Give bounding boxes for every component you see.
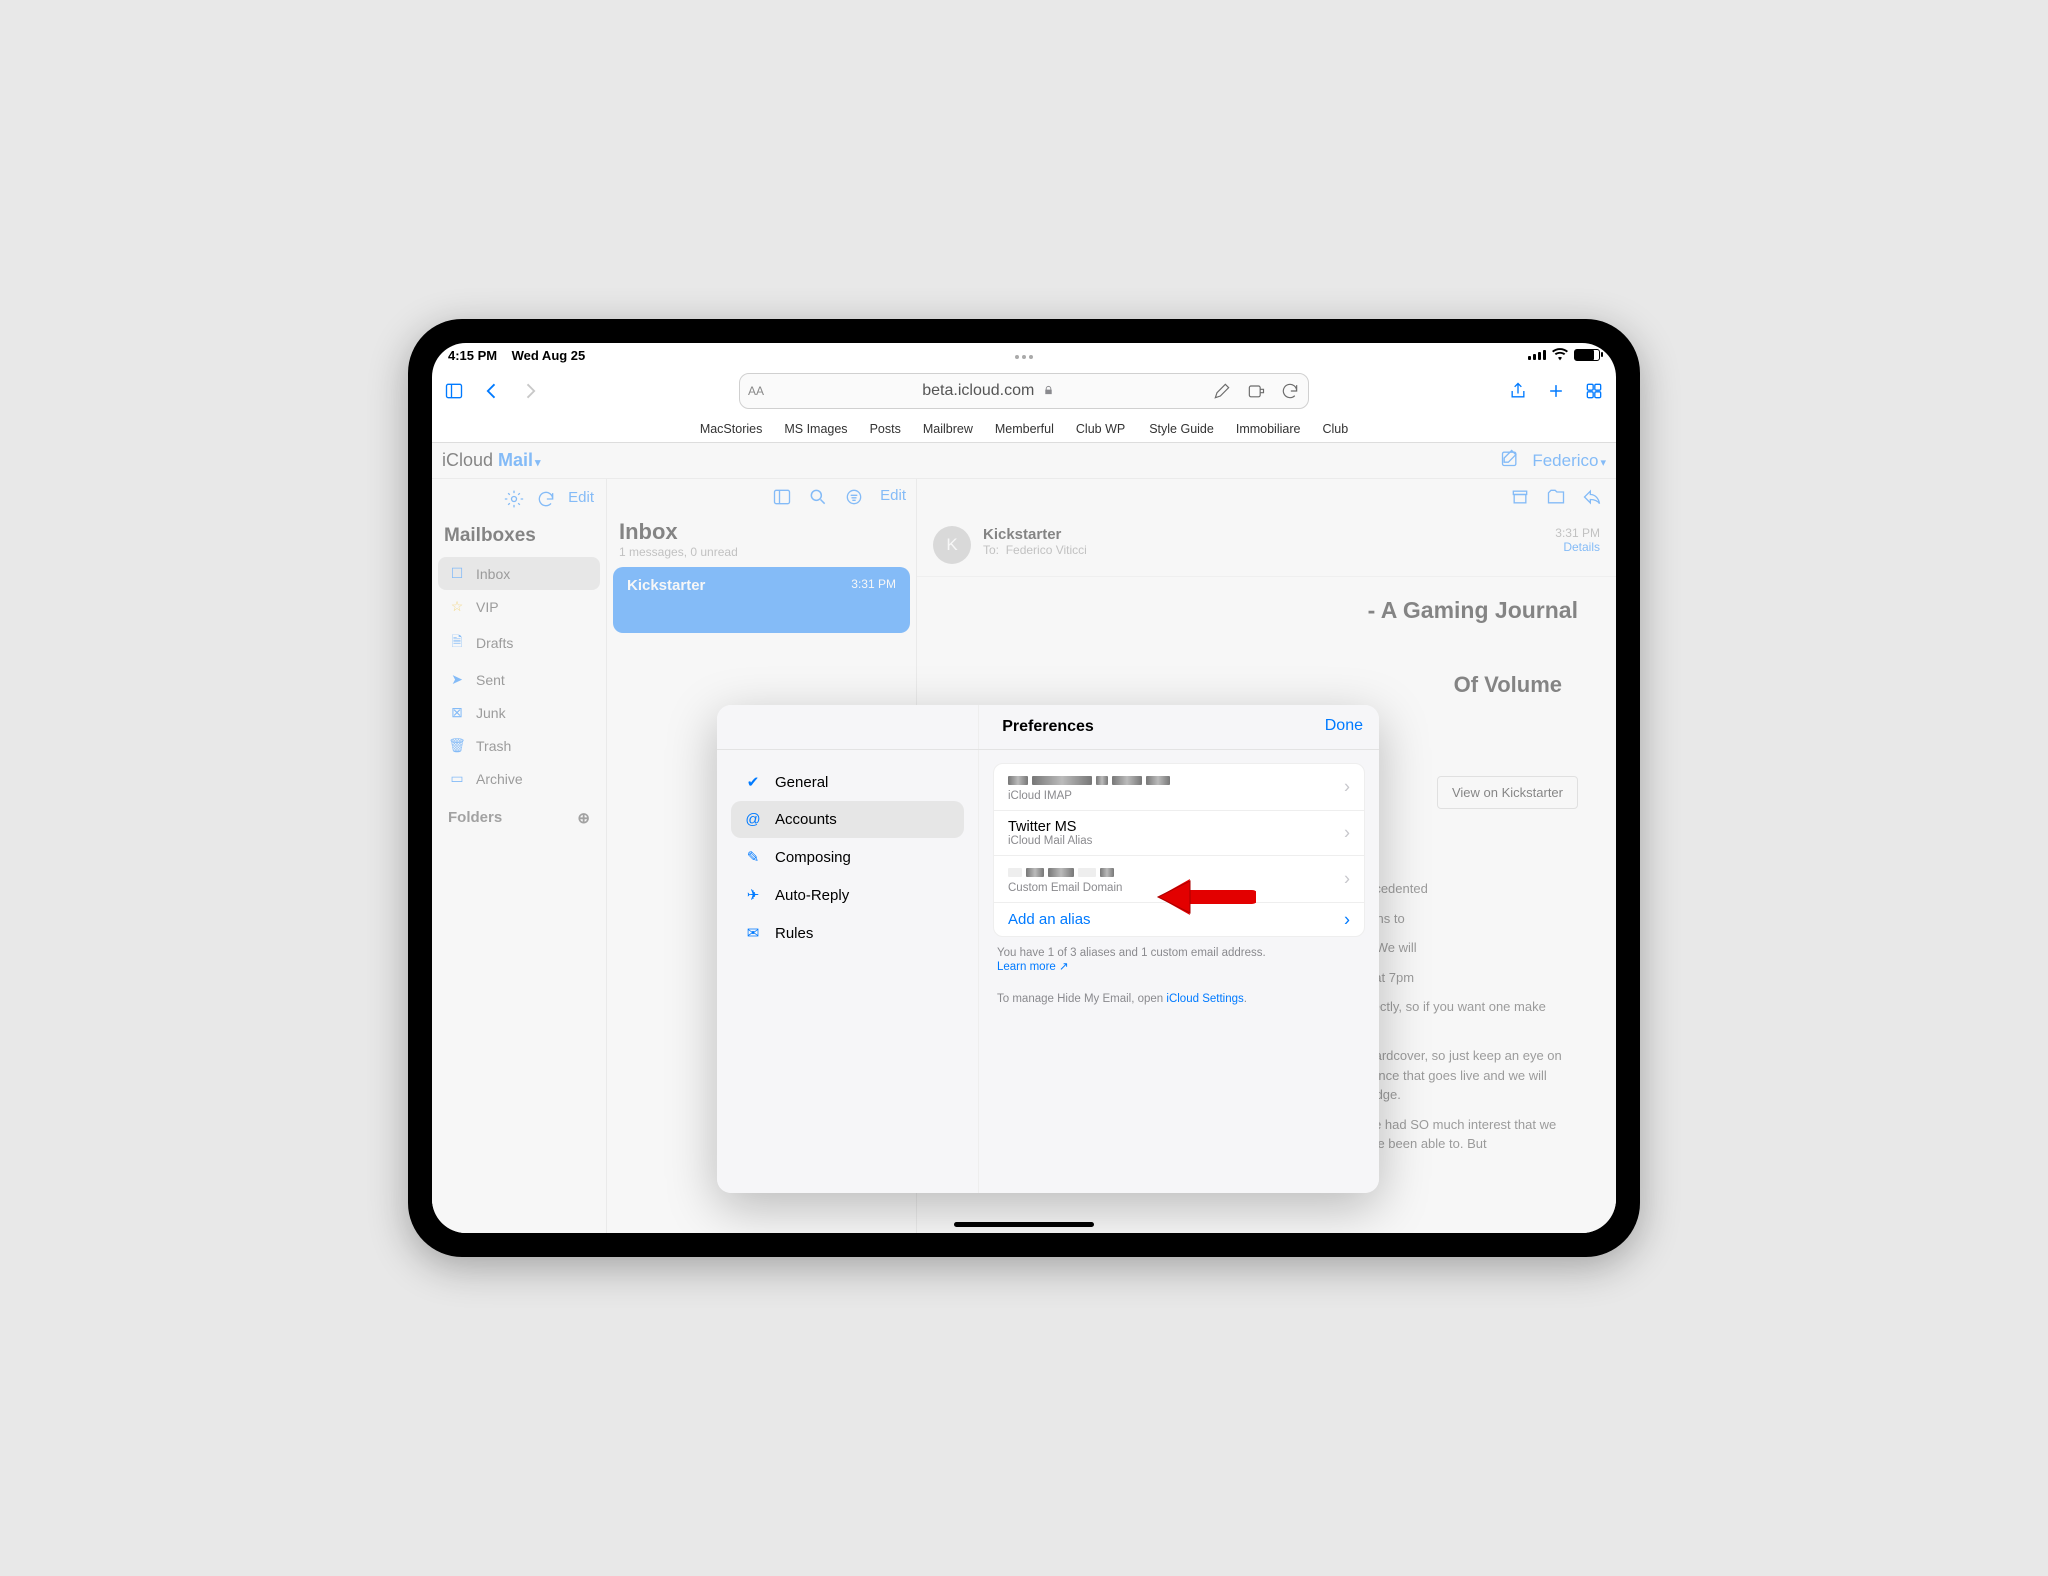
- pref-item-autoreply[interactable]: ✈︎ Auto-Reply: [731, 876, 964, 914]
- account-name-redacted: [1008, 868, 1114, 877]
- hidemyemail-note: To manage Hide My Email, open iCloud Set…: [993, 983, 1365, 1015]
- rules-icon: ✉︎: [743, 924, 763, 942]
- at-icon: @: [743, 811, 763, 828]
- address-bar[interactable]: AA beta.icloud.com: [739, 373, 1309, 409]
- sidebar-toggle-icon[interactable]: [444, 381, 464, 401]
- favorite-link[interactable]: Mailbrew: [923, 422, 973, 436]
- favorite-link[interactable]: MS Images: [784, 422, 847, 436]
- note-text: .: [1244, 993, 1247, 1005]
- wifi-icon: [1552, 347, 1568, 363]
- pref-item-composing[interactable]: ✎ Composing: [731, 838, 964, 876]
- pref-label: Accounts: [775, 811, 837, 828]
- account-sub: iCloud IMAP: [1008, 790, 1350, 802]
- multitask-dots-icon[interactable]: [1015, 355, 1033, 359]
- favorite-link[interactable]: Posts: [870, 422, 901, 436]
- accounts-list: iCloud IMAP › Twitter MS iCloud Mail Ali…: [993, 763, 1365, 937]
- account-row-alias[interactable]: Twitter MS iCloud Mail Alias ›: [994, 811, 1364, 856]
- extensions-icon[interactable]: [1246, 381, 1266, 401]
- account-row-customdomain[interactable]: Custom Email Domain ›: [994, 856, 1364, 903]
- ipad-screen: 4:15 PM Wed Aug 25 AA beta.icloud.com Ma…: [432, 343, 1616, 1233]
- status-time-date: 4:15 PM Wed Aug 25: [448, 348, 585, 363]
- reload-icon[interactable]: [1280, 381, 1300, 401]
- reader-aa-icon[interactable]: AA: [748, 384, 764, 398]
- pref-label: Composing: [775, 849, 851, 866]
- account-name: Twitter MS: [1008, 819, 1350, 835]
- add-alias-label: Add an alias: [1008, 911, 1350, 928]
- preferences-sidebar: ✔︎ General @ Accounts ✎ Composing ✈︎ Auto-Re…: [717, 705, 979, 1193]
- new-tab-icon[interactable]: [1546, 381, 1566, 401]
- check-circle-icon: ✔︎: [743, 773, 763, 791]
- favorite-link[interactable]: Immobiliare: [1236, 422, 1301, 436]
- tabs-icon[interactable]: [1584, 381, 1604, 401]
- home-indicator[interactable]: [954, 1222, 1094, 1227]
- pref-label: Auto-Reply: [775, 887, 849, 904]
- favorites-bar: MacStories MS Images Posts Mailbrew Memb…: [432, 415, 1616, 443]
- note-text: To manage Hide My Email, open: [997, 993, 1166, 1005]
- note-text: You have 1 of 3 aliases and 1 custom ema…: [997, 947, 1266, 959]
- add-alias-row[interactable]: Add an alias ›: [994, 903, 1364, 936]
- lock-icon: [1043, 385, 1054, 396]
- favorite-link[interactable]: MacStories: [700, 422, 763, 436]
- ipad-frame: 4:15 PM Wed Aug 25 AA beta.icloud.com Ma…: [408, 319, 1640, 1257]
- favorite-link[interactable]: Club: [1322, 422, 1348, 436]
- share-icon[interactable]: [1508, 381, 1528, 401]
- status-time: 4:15 PM: [448, 348, 497, 363]
- icloud-mail-app: iCloud Mail▾ Federico▾ Edit Mailboxes ☐I…: [432, 443, 1616, 1233]
- accounts-note: You have 1 of 3 aliases and 1 custom ema…: [993, 937, 1365, 983]
- pref-item-rules[interactable]: ✉︎ Rules: [731, 914, 964, 952]
- learn-more-link[interactable]: Learn more ↗: [997, 961, 1069, 973]
- pref-item-general[interactable]: ✔︎ General: [731, 763, 964, 801]
- compose-icon: ✎: [743, 848, 763, 866]
- icloud-settings-link[interactable]: iCloud Settings: [1166, 993, 1243, 1005]
- modal-title: Preferences: [717, 705, 1379, 749]
- forward-icon: [520, 381, 540, 401]
- preferences-content: iCloud IMAP › Twitter MS iCloud Mail Ali…: [979, 705, 1379, 1193]
- safari-toolbar: AA beta.icloud.com: [432, 367, 1616, 415]
- chevron-right-icon: ›: [1344, 823, 1350, 844]
- battery-icon: [1574, 349, 1600, 361]
- pref-label: Rules: [775, 925, 813, 942]
- chevron-right-icon: ›: [1344, 869, 1350, 890]
- done-button[interactable]: Done: [1325, 717, 1363, 735]
- favorite-link[interactable]: Style Guide: [1147, 422, 1214, 436]
- cell-signal-icon: [1528, 350, 1546, 360]
- back-icon[interactable]: [482, 381, 502, 401]
- edit-url-icon[interactable]: [1212, 381, 1232, 401]
- account-name-redacted: [1008, 776, 1170, 785]
- account-sub: Custom Email Domain: [1008, 882, 1350, 894]
- favorite-link[interactable]: Club WP: [1076, 422, 1125, 436]
- favorite-link[interactable]: Memberful: [995, 422, 1054, 436]
- airplane-icon: ✈︎: [743, 886, 763, 904]
- account-sub: iCloud Mail Alias: [1008, 835, 1350, 847]
- pref-label: General: [775, 774, 828, 791]
- url-text: beta.icloud.com: [922, 382, 1034, 399]
- chevron-right-icon: ›: [1344, 909, 1350, 930]
- account-row-icloud[interactable]: iCloud IMAP ›: [994, 764, 1364, 811]
- status-date: Wed Aug 25: [512, 348, 586, 363]
- chevron-right-icon: ›: [1344, 777, 1350, 798]
- status-indicators: [1528, 347, 1600, 363]
- preferences-modal: Preferences Done ✔︎ General @ Accounts ✎ Co…: [717, 705, 1379, 1193]
- pref-item-accounts[interactable]: @ Accounts: [731, 801, 964, 838]
